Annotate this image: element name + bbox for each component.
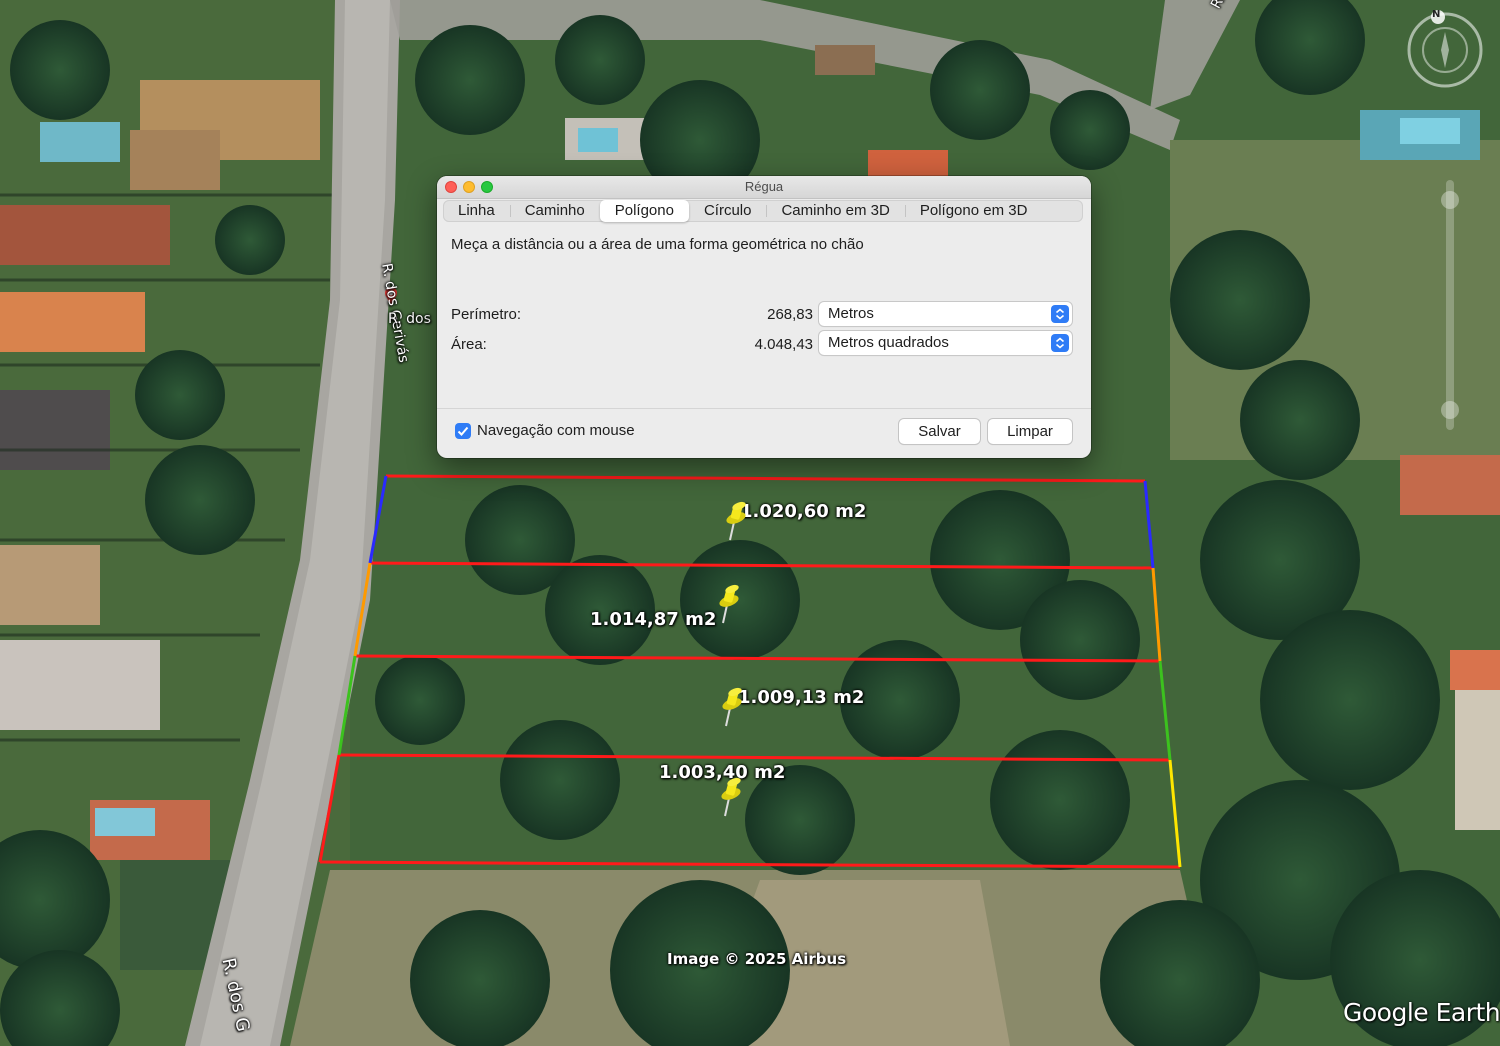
area-label: Área:	[451, 336, 487, 353]
perimeter-unit-value: Metros	[828, 305, 874, 322]
area-value: 4.048,43	[754, 336, 813, 353]
tab-caminho-3d[interactable]: Caminho em 3D	[766, 200, 904, 222]
perimeter-value: 268,83	[767, 306, 813, 323]
updown-arrows-icon	[1051, 334, 1069, 352]
mouse-navigation-label: Navegação com mouse	[477, 422, 635, 439]
clear-button[interactable]: Limpar	[988, 419, 1072, 444]
satellite-map-view[interactable]: 1.020,60 m2 1.014,87 m2 1.009,13 m2 1.00…	[0, 0, 1500, 1046]
checkmark-icon	[457, 426, 469, 436]
tab-linha[interactable]: Linha	[443, 200, 510, 222]
compass-icon[interactable]	[1405, 10, 1485, 90]
save-button[interactable]: Salvar	[899, 419, 980, 444]
area-label-1: 1.020,60 m2	[740, 501, 867, 522]
updown-arrows-icon	[1051, 305, 1069, 323]
ruler-description: Meça a distância ou a área de uma forma …	[451, 236, 864, 253]
compass-north-letter: N	[1432, 9, 1441, 20]
dialog-divider	[437, 408, 1091, 409]
dialog-title: Régua	[744, 179, 784, 194]
google-earth-logo: Google Earth	[1343, 998, 1500, 1027]
yellow-pushpin-icon[interactable]	[720, 500, 750, 544]
tab-caminho[interactable]: Caminho	[509, 200, 600, 222]
perimeter-label: Perímetro:	[451, 306, 522, 323]
area-unit-value: Metros quadrados	[828, 334, 949, 351]
tab-poligono-3d[interactable]: Polígono em 3D	[904, 200, 1043, 222]
perimeter-unit-select[interactable]: Metros	[819, 302, 1072, 326]
yellow-pushpin-icon[interactable]	[713, 583, 743, 627]
imagery-attribution: Image © 2025 Airbus	[667, 950, 847, 968]
yellow-pushpin-icon[interactable]	[716, 686, 746, 730]
zoom-slider[interactable]	[1438, 180, 1462, 430]
dialog-titlebar[interactable]: Régua	[437, 176, 1091, 199]
street-label-pin: R. dos	[388, 311, 431, 327]
satellite-imagery	[0, 0, 1500, 1046]
area-label-2: 1.014,87 m2	[590, 609, 717, 630]
ruler-tab-bar: Linha Caminho Polígono Círculo Caminho e…	[443, 200, 1083, 222]
tab-poligono[interactable]: Polígono	[599, 200, 689, 222]
yellow-pushpin-icon[interactable]	[715, 776, 745, 820]
tab-circulo[interactable]: Círculo	[689, 200, 767, 222]
area-unit-select[interactable]: Metros quadrados	[819, 331, 1072, 355]
mouse-navigation-checkbox[interactable]	[455, 423, 471, 439]
area-label-3: 1.009,13 m2	[738, 687, 865, 708]
